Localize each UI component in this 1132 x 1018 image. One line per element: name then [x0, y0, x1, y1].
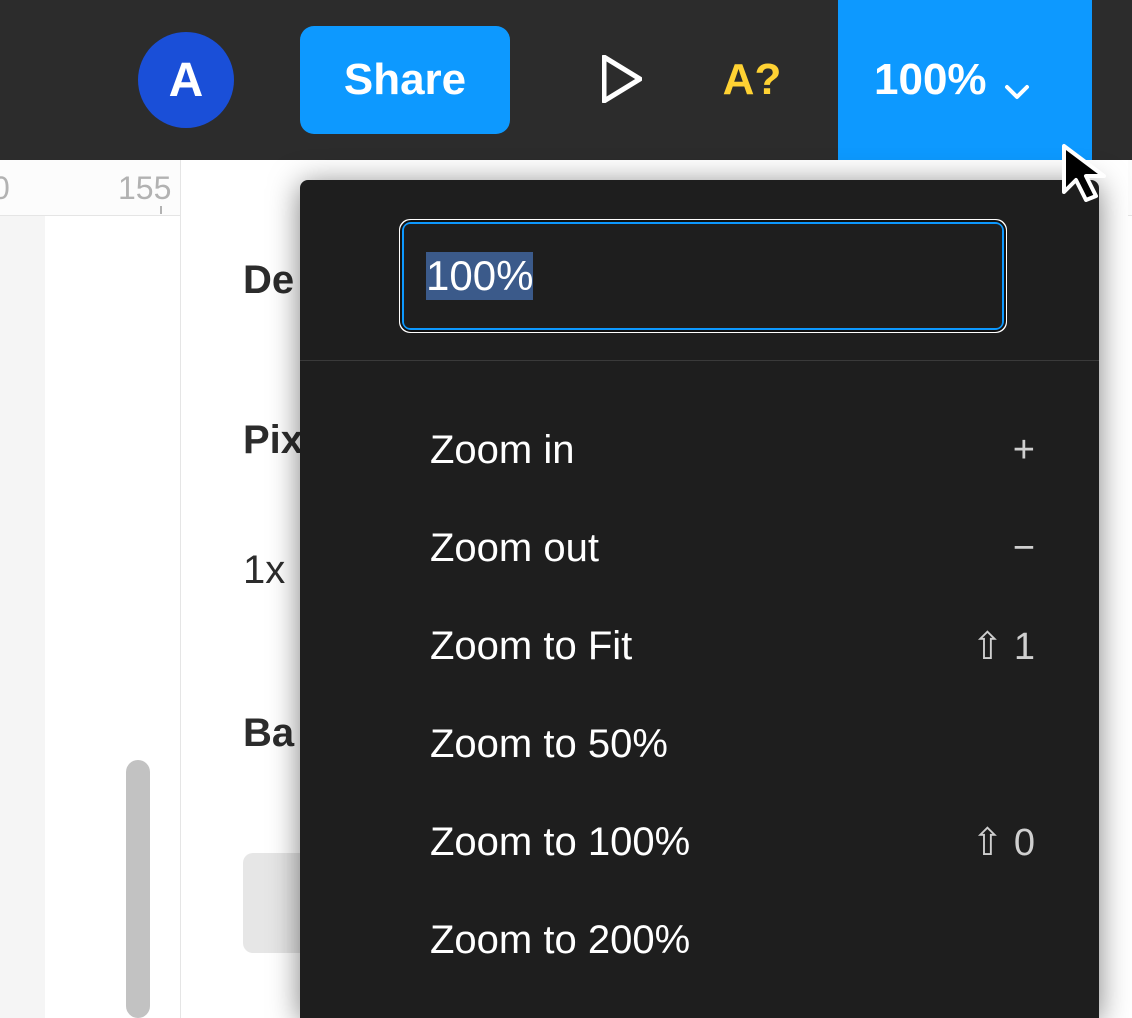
menu-item-zoom-to-fit[interactable]: Zoom to Fit ⇧ 1 [300, 597, 1099, 695]
menu-item-label: Zoom to 200% [430, 918, 690, 963]
ruler-tick: 155 [118, 170, 171, 207]
top-toolbar: A Share A? 100% [0, 0, 1132, 160]
menu-item-label: Zoom to 100% [430, 820, 690, 865]
menu-item-zoom-in[interactable]: Zoom in + [300, 401, 1099, 499]
menu-item-zoom-out[interactable]: Zoom out − [300, 499, 1099, 597]
menu-item-shortcut: ⇧ 0 [971, 820, 1035, 865]
present-button[interactable] [574, 32, 670, 128]
menu-separator [300, 360, 1099, 361]
pixel-section-label: Pix [243, 418, 303, 463]
menu-item-label: Zoom to Fit [430, 624, 632, 669]
zoom-level-label: 100% [874, 55, 987, 105]
avatar-letter: A [169, 53, 204, 108]
avatar[interactable]: A [138, 32, 234, 128]
missing-fonts-button[interactable]: A? [704, 32, 800, 128]
canvas-gutter [0, 160, 45, 1018]
vertical-scrollbar-thumb[interactable] [126, 760, 150, 1018]
menu-item-shortcut: + [1013, 429, 1035, 472]
ruler-tick: 0 [0, 170, 10, 207]
play-icon [602, 55, 642, 106]
menu-item-zoom-200[interactable]: Zoom to 200% [300, 891, 1099, 989]
menu-item-zoom-100[interactable]: Zoom to 100% ⇧ 0 [300, 793, 1099, 891]
zoom-input[interactable] [400, 220, 1006, 332]
share-label: Share [344, 55, 466, 105]
zoom-menu: Zoom in + Zoom out − Zoom to Fit ⇧ 1 Zoo… [300, 180, 1099, 1018]
menu-item-zoom-50[interactable]: Zoom to 50% [300, 695, 1099, 793]
missing-fonts-label: A? [723, 55, 782, 105]
background-section-label: Ba [243, 711, 294, 756]
design-section-label: De [243, 258, 294, 303]
chevron-down-icon [1003, 66, 1031, 94]
menu-item-label: Zoom out [430, 526, 599, 571]
ruler-mark [160, 206, 162, 214]
share-button[interactable]: Share [300, 26, 510, 134]
menu-item-label: Zoom to 50% [430, 722, 668, 767]
menu-item-label: Zoom in [430, 428, 575, 473]
menu-item-shortcut: − [1013, 527, 1035, 570]
zoom-dropdown-button[interactable]: 100% [838, 0, 1092, 160]
menu-item-shortcut: ⇧ 1 [971, 624, 1035, 669]
